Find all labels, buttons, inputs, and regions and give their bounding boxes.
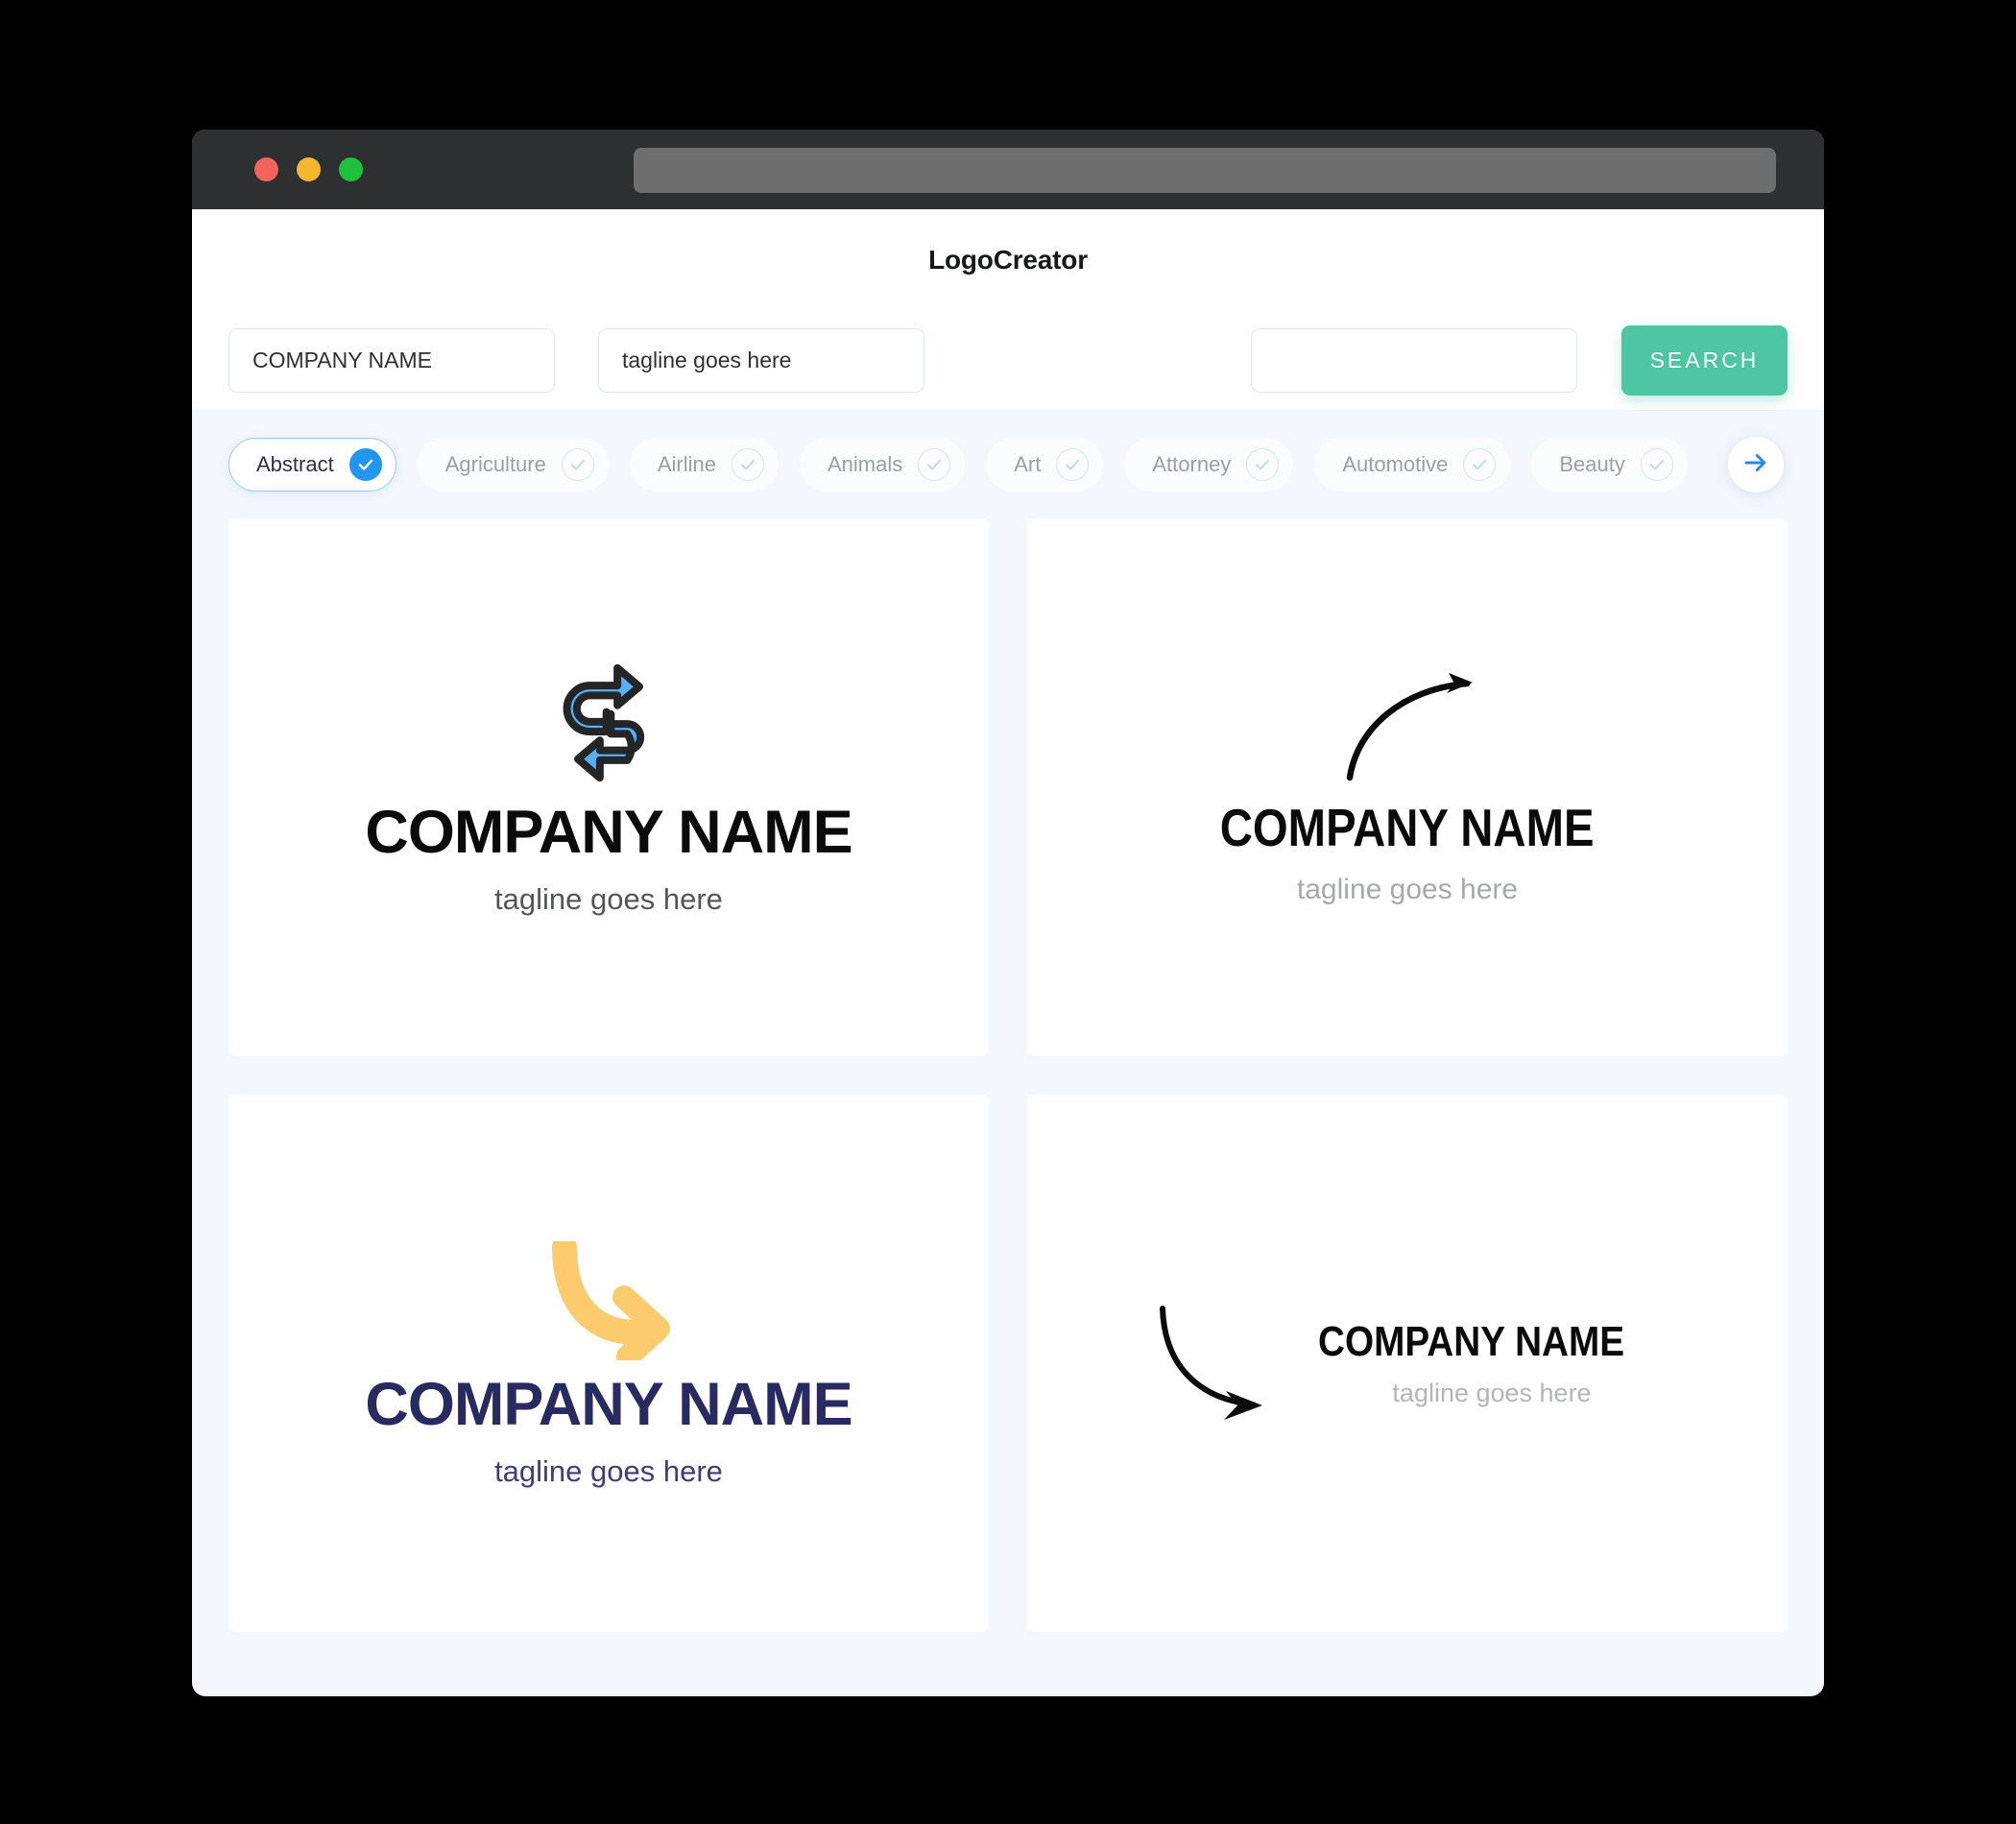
company-name-input[interactable] bbox=[228, 327, 555, 393]
category-chip-label: Beauty bbox=[1559, 452, 1625, 476]
category-chip-beauty[interactable]: Beauty bbox=[1531, 438, 1688, 492]
url-bar[interactable] bbox=[634, 148, 1776, 193]
logo-company-name: COMPANY NAME bbox=[365, 798, 852, 866]
categories-next-button[interactable] bbox=[1728, 437, 1784, 492]
logo-results-grid: COMPANY NAME tagline goes here COMPANY N… bbox=[192, 518, 1824, 1632]
sync-arrows-icon bbox=[365, 661, 852, 789]
check-circle-icon bbox=[348, 448, 382, 481]
curved-arrow-down-right-thin-icon bbox=[1149, 1299, 1293, 1428]
logo-company-name: COMPANY NAME bbox=[1220, 798, 1595, 857]
category-chip-label: Animals bbox=[828, 452, 903, 476]
category-chip-airline[interactable]: Airline bbox=[629, 438, 779, 492]
check-circle-icon bbox=[1463, 448, 1497, 481]
category-chip-abstract[interactable]: Abstract bbox=[228, 438, 396, 492]
logo-tagline: tagline goes here bbox=[1296, 874, 1519, 905]
logo-card[interactable]: COMPANY NAME tagline goes here bbox=[228, 1094, 989, 1632]
check-circle-icon bbox=[561, 448, 594, 481]
browser-titlebar bbox=[192, 130, 1824, 209]
category-chip-label: Art bbox=[1014, 452, 1042, 476]
page-title: LogoCreator bbox=[928, 244, 1088, 275]
category-chip-art[interactable]: Art bbox=[986, 438, 1104, 492]
category-chip-label: Attorney bbox=[1152, 452, 1232, 476]
maximize-window-button[interactable] bbox=[339, 157, 363, 181]
category-chip-label: Abstract bbox=[256, 452, 334, 476]
logo-card[interactable]: COMPANY NAME tagline goes here bbox=[1027, 1094, 1788, 1632]
logo-card[interactable]: COMPANY NAME tagline goes here bbox=[228, 518, 989, 1056]
curved-arrow-up-right-icon bbox=[1189, 670, 1624, 790]
check-circle-icon bbox=[732, 448, 764, 481]
check-circle-icon bbox=[1056, 448, 1090, 481]
app-header: LogoCreator bbox=[192, 209, 1824, 310]
tagline-input[interactable] bbox=[598, 327, 924, 393]
curved-arrow-down-right-icon bbox=[365, 1234, 852, 1368]
browser-window: LogoCreator SEARCH Abstract Agriculture … bbox=[192, 130, 1824, 1696]
search-toolbar: SEARCH bbox=[192, 310, 1824, 411]
check-circle-icon bbox=[1246, 448, 1280, 481]
close-window-button[interactable] bbox=[254, 157, 278, 181]
logo-company-name: COMPANY NAME bbox=[365, 1370, 852, 1438]
logo-tagline: tagline goes here bbox=[494, 1453, 723, 1488]
keyword-input[interactable] bbox=[1251, 327, 1577, 393]
category-chip-animals[interactable]: Animals bbox=[800, 438, 966, 492]
logo-company-name: COMPANY NAME bbox=[1317, 1317, 1624, 1365]
category-filter-bar: Abstract Agriculture Airline Animals Art bbox=[192, 411, 1824, 518]
logo-card[interactable]: COMPANY NAME tagline goes here bbox=[1027, 518, 1788, 1056]
arrow-right-icon bbox=[1741, 448, 1770, 482]
check-circle-icon bbox=[1640, 448, 1673, 481]
minimize-window-button[interactable] bbox=[297, 157, 321, 181]
search-button[interactable]: SEARCH bbox=[1621, 324, 1788, 396]
category-chip-agriculture[interactable]: Agriculture bbox=[417, 438, 609, 492]
category-chip-label: Automotive bbox=[1342, 452, 1449, 476]
category-chip-automotive[interactable]: Automotive bbox=[1314, 438, 1511, 492]
category-chip-label: Airline bbox=[657, 452, 716, 476]
logo-tagline: tagline goes here bbox=[1392, 1378, 1592, 1407]
logo-tagline: tagline goes here bbox=[494, 881, 723, 916]
traffic-lights bbox=[254, 157, 363, 181]
check-circle-icon bbox=[918, 448, 951, 481]
category-chip-attorney[interactable]: Attorney bbox=[1124, 438, 1294, 492]
category-chip-label: Agriculture bbox=[444, 452, 546, 476]
